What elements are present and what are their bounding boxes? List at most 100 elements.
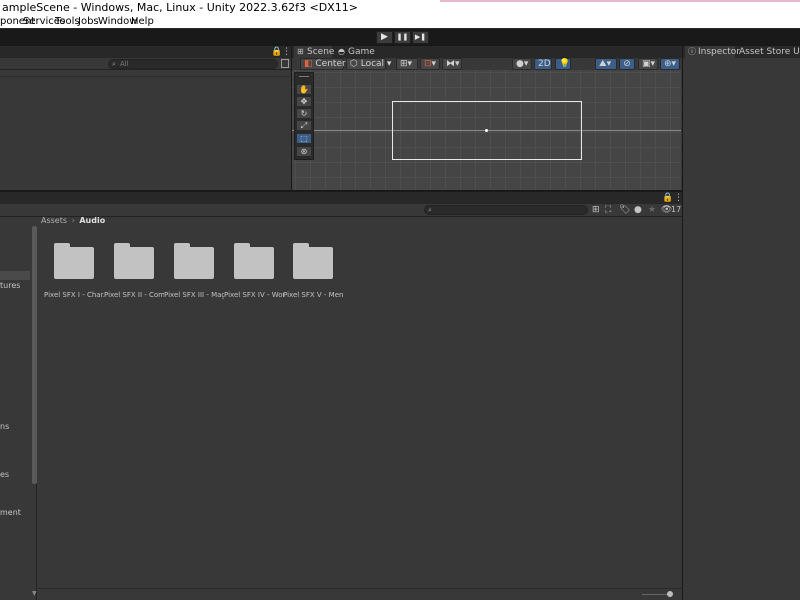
2d-toggle-button[interactable]: 2D [534, 58, 552, 70]
move-icon: ✥ [300, 97, 308, 106]
play-icon: ▶ [381, 32, 388, 42]
transform-tool-button[interactable]: ⊛ [296, 146, 312, 157]
eye-off-icon: ⊘ [623, 59, 631, 69]
folder-tree-selected-item[interactable] [0, 271, 30, 280]
hierarchy-panel: 🔒 ⋮ ⌕ All [0, 46, 291, 190]
more-icon[interactable]: ⋮ [674, 193, 683, 203]
folder-label[interactable]: Pixel SFX V - Men... [283, 291, 343, 299]
lighting-toggle-button[interactable]: 💡 [555, 58, 571, 70]
project-folder-tree: tures ns es ment ▼ [0, 226, 37, 600]
hierarchy-toolbar: ⌕ All [0, 58, 291, 70]
tab-inspector[interactable]: ⓘ Inspector [685, 46, 740, 58]
window-title: ampleScene - Windows, Mac, Linux - Unity… [2, 1, 358, 14]
hand-icon: ✋ [299, 85, 309, 94]
lock-icon[interactable]: 🔒 [271, 47, 282, 57]
tag-icon[interactable]: 🏷 [619, 205, 630, 215]
overlay-drag-handle[interactable] [299, 76, 309, 77]
breadcrumb-assets[interactable]: Assets [41, 216, 67, 225]
window-title-bar: ampleScene - Windows, Mac, Linux - Unity… [0, 0, 800, 16]
breadcrumb: Assets › Audio [41, 216, 105, 226]
project-footer [38, 588, 682, 600]
hierarchy-search-placeholder: All [120, 60, 129, 68]
folder-icon[interactable] [234, 243, 274, 279]
project-search-input[interactable]: ⌕ [424, 205, 588, 215]
rect-tool-icon: ⬚ [300, 134, 308, 143]
tab-game[interactable]: ◓ Game [336, 46, 375, 58]
project-tabbar: 🔒 ⋮ [0, 192, 683, 204]
folder-label[interactable]: Pixel SFX IV - Wor... [224, 291, 284, 299]
folder-label[interactable]: Pixel SFX III - Mag... [164, 291, 224, 299]
scene-viewport[interactable] [292, 70, 681, 190]
icon-size-slider-handle[interactable] [667, 591, 673, 597]
step-icon: ▶❚ [414, 33, 427, 41]
shading-mode-button[interactable]: ●▾ [512, 58, 532, 70]
scale-icon: ⤢ [300, 121, 308, 130]
gizmos-toggle-button[interactable]: ⊕▾ [660, 58, 680, 70]
move-tool-button[interactable]: ✥ [296, 96, 312, 107]
folder-tree-item[interactable]: ment [0, 508, 21, 517]
folder-icon[interactable] [174, 243, 214, 279]
hierarchy-search-input[interactable]: ⌕ All [108, 59, 278, 69]
pause-button[interactable]: ❚❚ [394, 31, 411, 44]
cube-icon: ⬡ [350, 59, 358, 69]
shading-sphere-icon: ● [516, 59, 524, 69]
visible-count: 17 [671, 205, 682, 214]
rect-tool-button[interactable]: ⬚ [296, 133, 312, 144]
menu-item-jobs[interactable]: Jobs [78, 16, 99, 28]
pivot-dropdown[interactable]: ◧ Center ▾ [300, 58, 353, 70]
project-panel: 🔒 ⋮ ⌕ ⊞ ⛶ 🏷 ● ★ 👁 17 [0, 192, 683, 600]
inspector-tabbar: ⓘ Inspector Asset Store Uploade [683, 46, 800, 58]
window-accent-strip [440, 0, 800, 2]
transform-icon: ⊛ [300, 147, 308, 156]
breadcrumb-audio[interactable]: Audio [79, 216, 105, 225]
lock-icon[interactable]: 🔒 [662, 193, 673, 203]
inspector-panel: ⓘ Inspector Asset Store Uploade [683, 46, 800, 600]
folder-icon[interactable] [293, 243, 333, 279]
folder-icon[interactable] [114, 243, 154, 279]
space-dropdown[interactable]: ⬡ Local ▾ [346, 58, 391, 70]
scene-visibility-icon[interactable] [281, 59, 289, 68]
effects-toggle-button[interactable]: ⛰▾ [595, 58, 617, 70]
increment-snap-button[interactable]: ⊡▾ [420, 58, 440, 70]
more-icon[interactable]: ⋮ [282, 47, 291, 57]
grid-snap-button[interactable]: ⊞▾ [396, 58, 418, 70]
hierarchy-tabbar: 🔒 ⋮ [0, 46, 291, 58]
search-by-type-icon[interactable]: ⊞ [592, 205, 600, 215]
favorite-star-icon[interactable]: ★ [648, 205, 656, 215]
menu-item-help[interactable]: Help [131, 16, 154, 28]
increment-snap-icon: ⊡ [424, 59, 432, 69]
step-button[interactable]: ▶❚ [412, 31, 429, 44]
rotate-tool-button[interactable]: ↻ [296, 108, 312, 119]
lightbulb-icon: 💡 [559, 59, 571, 69]
search-icon: ⌕ [112, 60, 116, 68]
log-icon[interactable]: ● [634, 205, 642, 215]
folder-icon[interactable] [54, 243, 94, 279]
grid-icon: ⊞ [297, 47, 304, 56]
play-button[interactable]: ▶ [376, 31, 393, 44]
effects-icon: ⛰ [599, 59, 607, 69]
render-mode-button[interactable]: ⧓▾ [442, 58, 462, 70]
folder-tree-item[interactable]: tures [0, 281, 20, 290]
folder-label[interactable]: Pixel SFX I - Char... [44, 291, 104, 299]
folder-tree-item[interactable]: ns [0, 422, 9, 431]
menu-item-tools[interactable]: Tools [55, 16, 80, 28]
search-icon: ⌕ [428, 206, 432, 214]
hidden-objects-toggle[interactable]: ⊘ [619, 58, 635, 70]
tab-asset-store-uploader[interactable]: Asset Store Uploade [738, 46, 800, 58]
folder-tree-scrollbar[interactable] [32, 226, 37, 484]
rotate-icon: ↻ [300, 109, 308, 118]
scale-tool-button[interactable]: ⤢ [296, 120, 312, 131]
tab-scene[interactable]: ⊞ Scene [294, 46, 334, 58]
scroll-down-icon[interactable]: ▼ [32, 590, 37, 597]
chevron-right-icon: › [71, 216, 75, 225]
folder-label[interactable]: Pixel SFX II - Com... [104, 291, 164, 299]
hierarchy-list [0, 71, 291, 77]
folder-tree-item[interactable]: es [0, 470, 9, 479]
search-by-label-icon[interactable]: ⛶ [605, 205, 611, 215]
hand-tool-button[interactable]: ✋ [296, 84, 312, 95]
render-mode-icon: ⧓ [446, 59, 455, 69]
gamepad-icon: ◓ [338, 47, 345, 56]
gizmos-icon: ⊕ [664, 59, 672, 69]
camera-settings-button[interactable]: ▣▾ [638, 58, 658, 70]
main-toolbar: ▶ ❚❚ ▶❚ [0, 28, 800, 45]
